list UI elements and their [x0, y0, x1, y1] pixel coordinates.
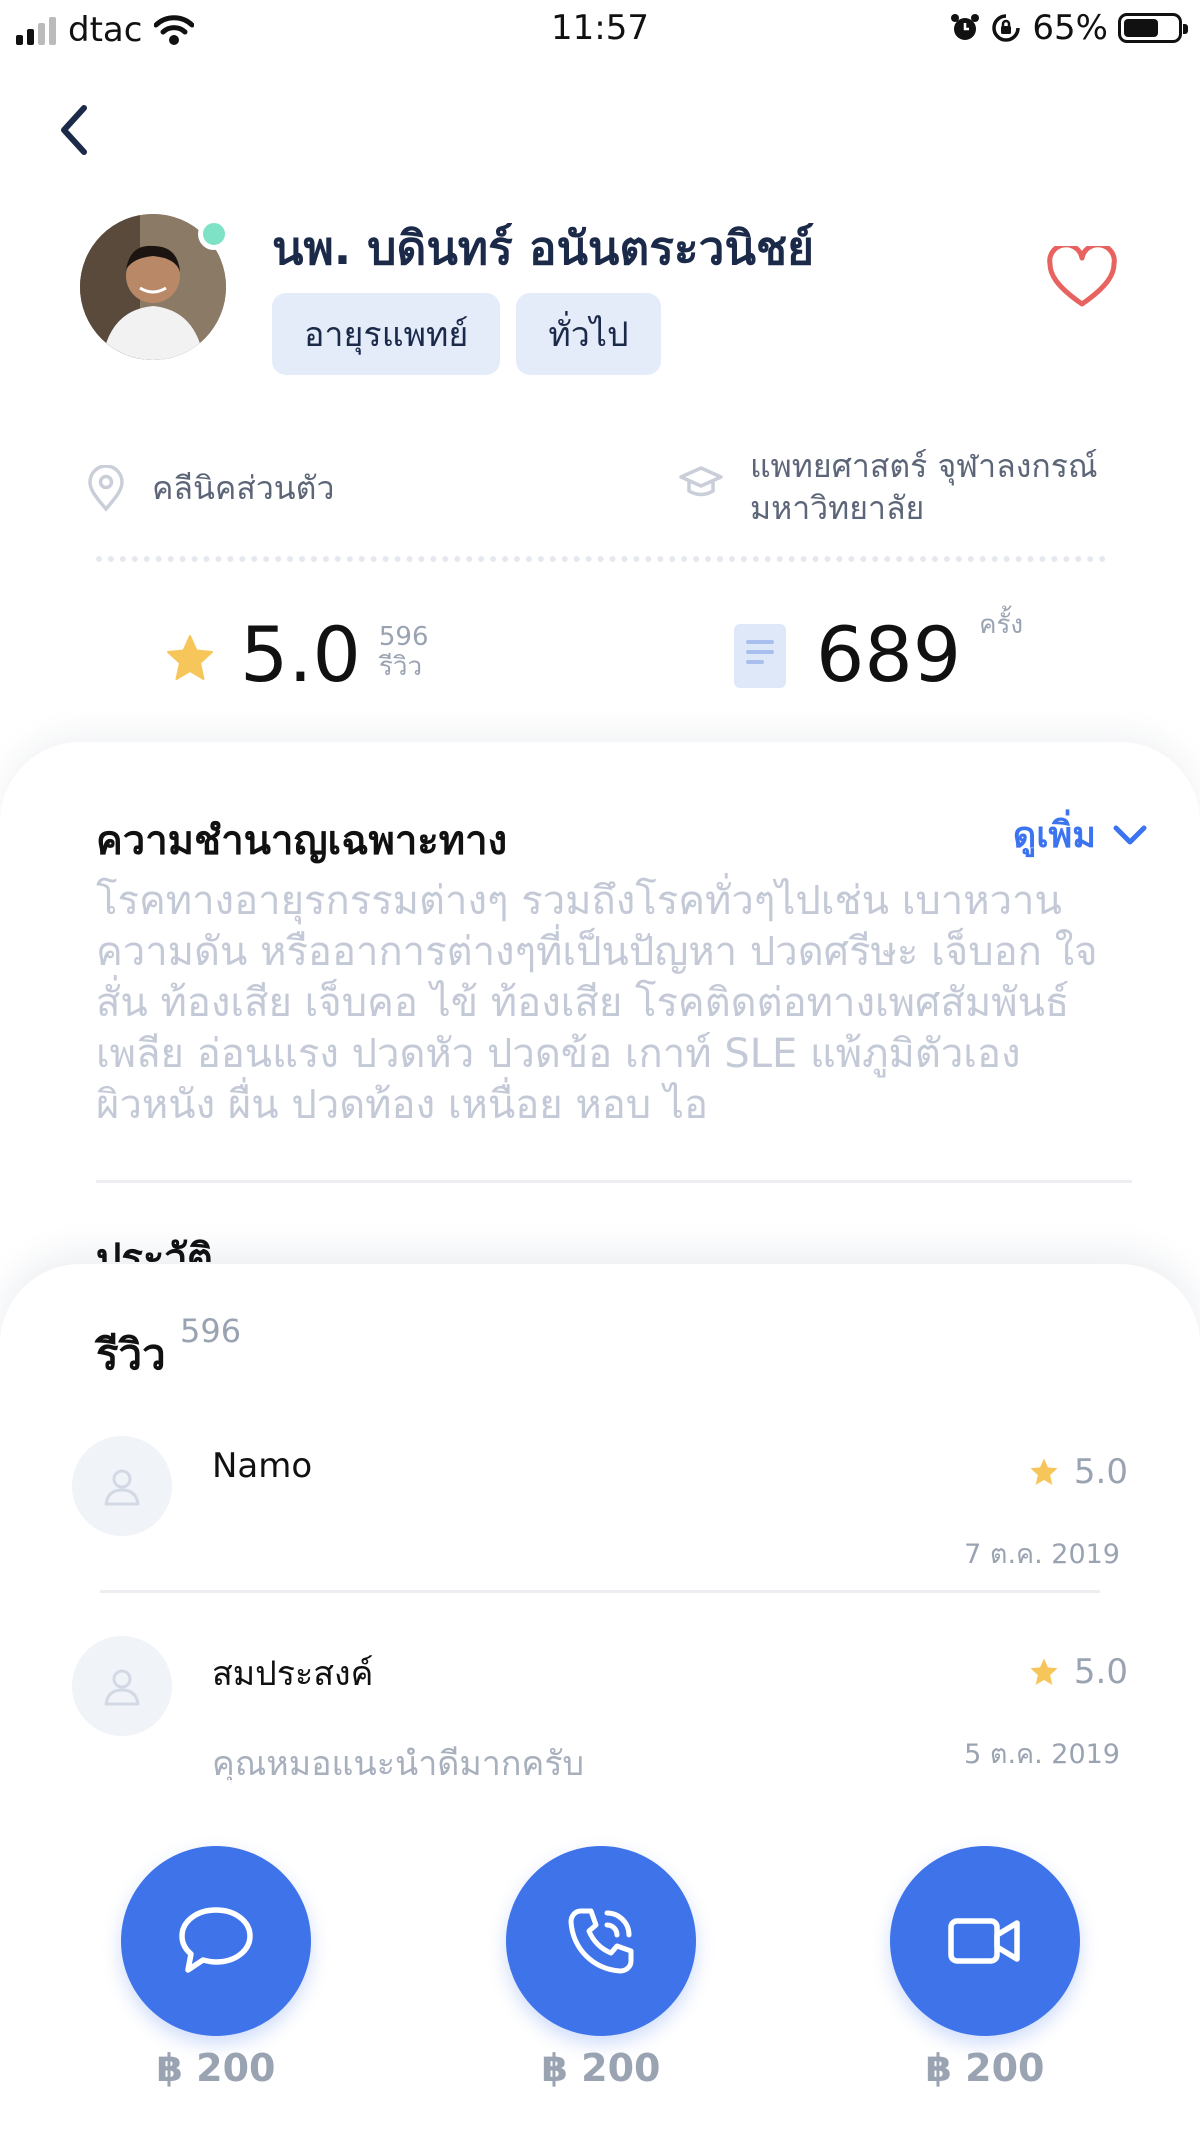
review-rating-value: 5.0 [1073, 1452, 1128, 1492]
review-divider [100, 1590, 1100, 1593]
video-icon [948, 1918, 1020, 1964]
review-count: 596 [378, 622, 429, 652]
expertise-title: ความชำนาญเฉพาะทาง [96, 818, 508, 864]
expertise-text: โรคทางอายุรกรรมต่างๆ รวมถึงโรคทั่วๆไปเช่… [96, 878, 1098, 1128]
call-price: ฿ 200 [541, 2046, 661, 2090]
section-divider [96, 1180, 1132, 1183]
consult-unit: ครั้ง [979, 610, 1024, 640]
education-line-1: แพทยศาสตร์ จุฬาลงกรณ์ [750, 447, 1098, 485]
call-action: ฿ 200 [506, 1846, 696, 2090]
reviewer-name: Namo [212, 1446, 313, 1486]
chat-action: ฿ 200 [121, 1846, 311, 2090]
star-icon [167, 635, 213, 680]
video-action: ฿ 200 [890, 1846, 1080, 2090]
status-right: 65% [950, 8, 1188, 48]
doctor-avatar [80, 214, 230, 360]
dotted-divider [96, 556, 1106, 562]
rating-stat: 5.0 596 รีวิว [164, 610, 429, 700]
online-indicator [198, 218, 230, 250]
review-item[interactable]: สมประสงค์ คุณหมอแนะนำดีมากครับ 5.0 5 ต.ค… [0, 1636, 1200, 1786]
review-item[interactable]: Namo 5.0 7 ต.ค. 2019 [0, 1436, 1200, 1586]
location-info: คลีนิคส่วนตัว [86, 465, 334, 513]
chat-button[interactable] [121, 1846, 311, 2036]
rotation-lock-icon [992, 14, 1021, 42]
chat-price: ฿ 200 [156, 2046, 276, 2090]
battery-icon [1118, 13, 1188, 43]
doctor-name: นพ. บดินทร์ อนันตระวนิชย์ [272, 221, 815, 275]
review-count-block: 596 รีวิว [379, 622, 429, 682]
chat-icon [179, 1907, 253, 1973]
doctor-stats: 5.0 596 รีวิว 689 ครั้ง [0, 610, 1200, 710]
reviewer-avatar [72, 1436, 172, 1536]
phone-icon [568, 1908, 634, 1974]
review-unit: รีวิว [378, 652, 423, 682]
reviewer-name: สมประสงค์ [212, 1654, 374, 1694]
review-date: 5 ต.ค. 2019 [964, 1739, 1120, 1770]
see-more-label: ดูเพิ่ม [1012, 815, 1096, 856]
back-button[interactable] [50, 100, 100, 160]
review-rating-value: 5.0 [1073, 1652, 1128, 1692]
education-info: แพทยศาสตร์ จุฬาลงกรณ์ มหาวิทยาลัย [678, 445, 1098, 529]
graduation-cap-icon [679, 466, 723, 497]
star-icon [1030, 1658, 1058, 1685]
rating-value: 5.0 [240, 610, 361, 699]
heart-icon [1047, 242, 1117, 307]
video-price: ฿ 200 [925, 2046, 1045, 2090]
see-more-button[interactable]: ดูเพิ่ม [1013, 806, 1148, 863]
reviews-title: รีวิว [96, 1330, 166, 1379]
education-label: แพทยศาสตร์ จุฬาลงกรณ์ มหาวิทยาลัย [750, 445, 1098, 529]
star-icon [1030, 1458, 1058, 1485]
chevron-left-icon [61, 105, 87, 155]
consult-stat: 689 ครั้ง [734, 610, 1023, 700]
status-bar: dtac 11:57 65% [0, 0, 1200, 60]
specialty-tag: อายุรแพทย์ [272, 293, 501, 375]
video-call-button[interactable] [890, 1846, 1080, 2036]
location-label: คลีนิคส่วนตัว [152, 469, 335, 507]
specialty-tags: อายุรแพทย์ ทั่วไป [272, 293, 661, 375]
review-rating: 5.0 [1028, 1452, 1128, 1492]
consult-count: 689 [816, 610, 962, 699]
document-icon [734, 624, 786, 688]
location-pin-icon [88, 465, 124, 512]
review-rating: 5.0 [1028, 1652, 1128, 1692]
education-line-2: มหาวิทยาลัย [750, 489, 925, 527]
favorite-button[interactable] [1046, 242, 1118, 310]
review-date: 7 ต.ค. 2019 [964, 1539, 1120, 1570]
chevron-down-icon [1113, 825, 1147, 844]
doctor-info: คลีนิคส่วนตัว แพทยศาสตร์ จุฬาลงกรณ์ มหาว… [86, 445, 1126, 535]
specialty-tag: ทั่วไป [516, 293, 661, 375]
user-icon [104, 1469, 140, 1506]
user-icon [104, 1669, 140, 1706]
alarm-icon [951, 14, 980, 40]
battery-percent: 65% [1032, 8, 1108, 48]
history-title: ประวัติ [96, 1236, 213, 1262]
reviewer-avatar [72, 1636, 172, 1736]
reviews-count: 596 [180, 1312, 242, 1350]
call-button[interactable] [506, 1846, 696, 2036]
